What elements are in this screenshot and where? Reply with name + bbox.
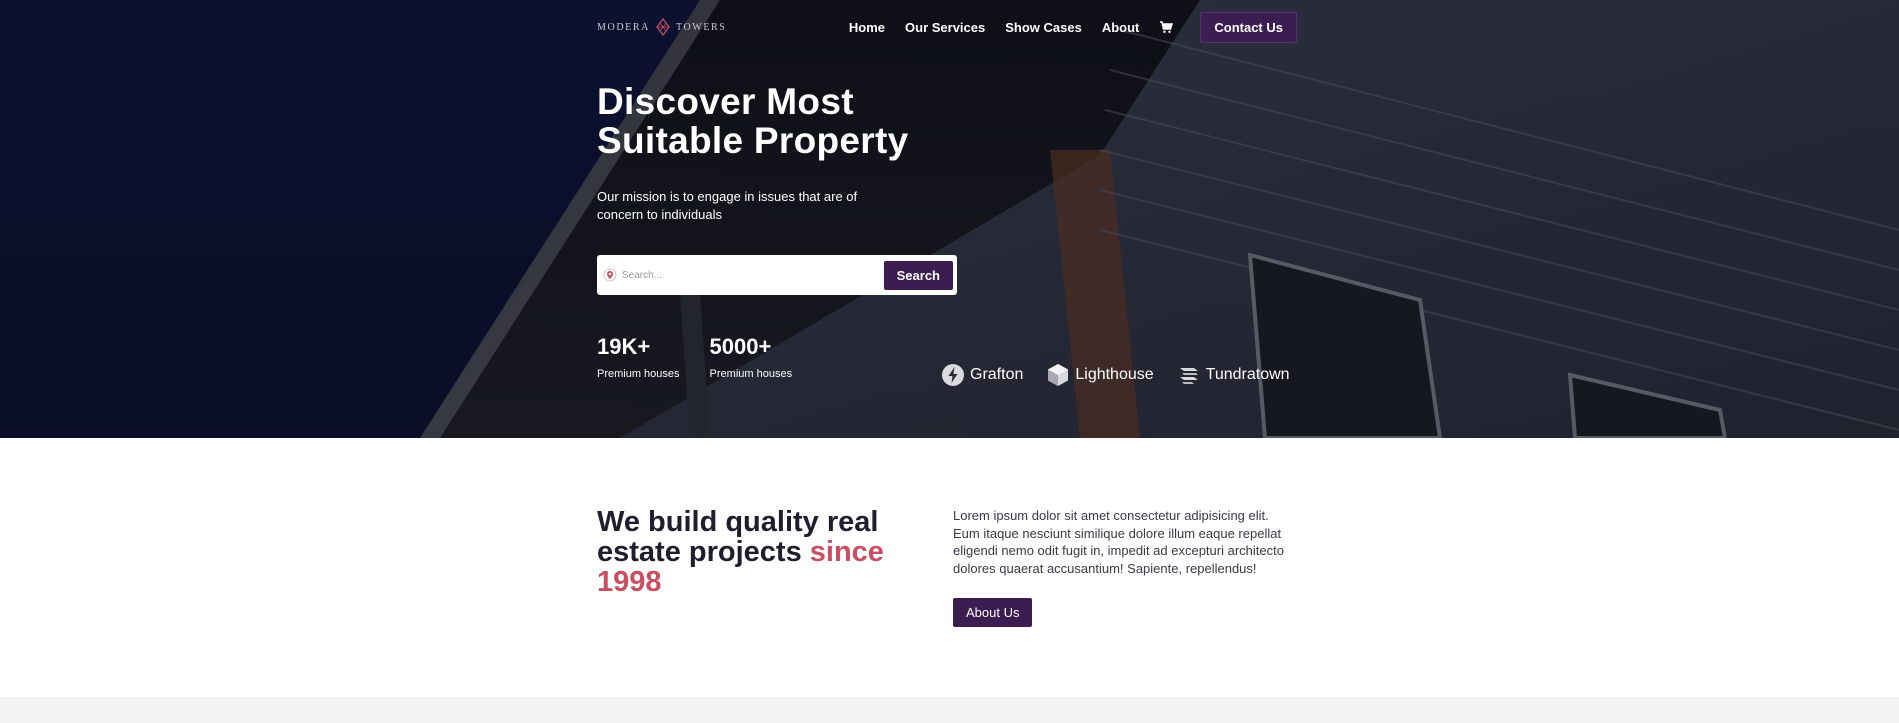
about-section: We build quality real estate projects si…	[0, 438, 1899, 697]
hero-section: MODERA TOWERS Home Our Services Show Cas…	[0, 0, 1899, 438]
about-body-text: Lorem ipsum dolor sit amet consectetur a…	[953, 508, 1284, 576]
nav-link-home[interactable]: Home	[849, 20, 885, 35]
partner-logo-grafton: Grafton	[941, 363, 1023, 387]
search-button[interactable]: Search	[883, 260, 953, 290]
logo-text-right: TOWERS	[675, 21, 727, 33]
stat-label: Premium houses	[709, 368, 793, 380]
stat-value: 5000+	[709, 334, 772, 359]
stat-label: Premium houses	[597, 368, 680, 380]
contact-us-button[interactable]: Contact Us	[1200, 11, 1297, 43]
search-input[interactable]	[622, 269, 884, 281]
nav-link-about[interactable]: About	[1102, 20, 1140, 35]
layers-icon	[1179, 368, 1198, 384]
partner-name: Lighthouse	[1075, 366, 1154, 383]
location-pin-icon	[603, 268, 617, 282]
site-logo[interactable]: MODERA TOWERS	[597, 18, 726, 36]
logo-mark-icon	[656, 18, 670, 36]
top-navigation: MODERA TOWERS Home Our Services Show Cas…	[597, 11, 1297, 43]
about-us-button[interactable]: About Us	[953, 598, 1033, 627]
partner-name: Tundratown	[1205, 366, 1290, 383]
hero-subtitle: Our mission is to engage in issues that …	[597, 189, 858, 222]
about-heading: We build quality real estate projects si…	[597, 507, 927, 597]
cube-icon	[1048, 364, 1069, 386]
cart-icon[interactable]	[1159, 20, 1174, 34]
stat-item: 5000+ Premium houses	[709, 334, 793, 381]
partner-logo-lighthouse: Lighthouse	[1046, 363, 1154, 387]
stat-item: 19K+ Premium houses	[597, 334, 680, 381]
bolt-icon	[942, 364, 964, 386]
logo-text-left: MODERA	[597, 21, 650, 33]
stat-value: 19K+	[597, 334, 651, 359]
nav-link-our-services[interactable]: Our Services	[905, 20, 985, 35]
partner-name: Grafton	[970, 366, 1024, 383]
search-bar: Search	[597, 255, 957, 295]
partner-logos: Grafton Lighthouse Tundratown	[941, 363, 1290, 387]
nav-menu: Home Our Services Show Cases About Conta…	[849, 11, 1297, 43]
hero-title: Discover Most Suitable Property	[597, 81, 909, 161]
next-section-band	[0, 697, 1899, 723]
partner-logo-tundratown: Tundratown	[1177, 363, 1290, 387]
nav-link-show-cases[interactable]: Show Cases	[1005, 20, 1082, 35]
